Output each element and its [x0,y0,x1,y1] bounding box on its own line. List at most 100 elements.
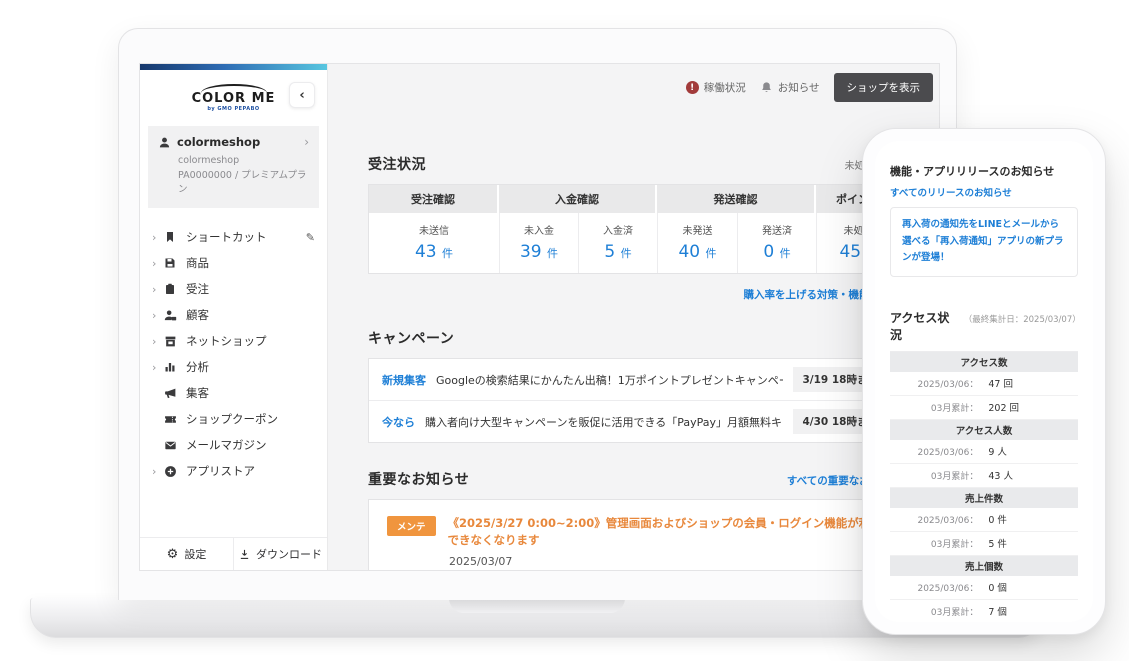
orders-col-header: 受注確認 [369,185,499,213]
user-icon [158,136,171,149]
sidebar-item-analytics[interactable]: › 分析 [140,354,327,380]
phone-screen: 機能・アプリリリースのお知らせ すべてのリリースのお知らせ 再入荷の通知先をLI… [875,141,1093,622]
coupon-ticket-icon [164,413,177,426]
bar-chart-icon [164,361,176,373]
edit-pencil-icon[interactable]: ✎ [306,231,315,244]
orders-col-header: 入金確認 [499,185,657,213]
bell-icon [760,81,773,94]
user-shop-id: colormeshopPA0000000 / プレミアムプラン [178,154,309,198]
phone-releases-title: 機能・アプリリリースのお知らせ [890,163,1078,179]
stat-group-header: 売上件数 [890,488,1078,508]
sidebar-item-label: 受注 [186,281,209,297]
user-chevron-icon: › [304,135,309,149]
status-alert-icon: ! [686,81,699,94]
stat-row: 03月累計：5 件 [890,532,1078,556]
download-icon [239,549,250,560]
collapse-chevron-icon: ‹ [299,88,304,103]
sidebar-item-label: アプリストア [186,463,255,479]
sidebar-item-label: 顧客 [186,307,209,323]
expand-chevron-icon: › [152,361,164,374]
important-notice-text: 《2025/3/27 0:00~2:00》管理画面およびショップの会員・ログイン… [448,515,882,550]
notice-label: お知らせ [778,80,820,95]
sidebar-nav: › ショートカット ✎ › 商品 › 受注 [140,218,327,537]
sidebar-item-shortcut[interactable]: › ショートカット ✎ [140,224,327,250]
important-notices-section: 重要なお知らせ すべての重要なお知らせ メンテ 《2025/3/27 0:00~… [368,469,901,570]
stat-row: 03月累計：202 回 [890,396,1078,420]
laptop-screen: COLOR ME by GMO PEPABO ‹ colormeshop › c… [139,63,940,571]
orders-table-body: 未送信 43 件 未入金 39 件 入金済 5 件 [369,213,900,273]
expand-chevron-icon: › [152,257,164,270]
orders-cell-unpaid: 未入金 39 件 [499,213,578,273]
customer-person-icon [164,309,177,322]
phone-access-header: アクセス状況 （最終集計日：2025/03/07） [890,309,1078,343]
sidebar-item-label: 分析 [186,359,209,375]
stat-row: 03月累計：7 個 [890,600,1078,622]
sidebar-item-netshop[interactable]: › ネットショップ [140,328,327,354]
access-status-title: アクセス状況 [890,309,960,343]
expand-chevron-icon: › [152,283,164,296]
user-name: colormeshop [177,135,298,149]
status-label: 稼働状況 [704,80,746,95]
sidebar-item-products[interactable]: › 商品 [140,250,327,276]
user-card[interactable]: colormeshop › colormeshopPA0000000 / プレミ… [148,126,319,208]
orders-cell-paid: 入金済 5 件 [578,213,657,273]
sidebar-item-label: 商品 [186,255,209,271]
download-label: ダウンロード [256,546,322,562]
sidebar-item-orders[interactable]: › 受注 [140,276,327,302]
access-status-subtitle: （最終集計日：2025/03/07） [964,313,1078,325]
important-title: 重要なお知らせ [368,469,469,489]
topbar: ! 稼働状況 お知らせ ショップを表示 [686,73,933,102]
expand-chevron-icon: › [152,231,164,244]
orders-section: 受注状況 未処理件数 : 受注確認 入金確認 発送確認 ポイント 未送信 [368,154,901,302]
megaphone-icon [164,387,177,400]
sidebar-item-marketing[interactable]: 集客 [140,380,327,406]
bookmark-icon [164,231,176,243]
orders-cell-unsent: 未送信 43 件 [369,213,499,273]
expand-chevron-icon: › [152,465,164,478]
view-shop-button[interactable]: ショップを表示 [834,73,934,102]
stat-row: 03月累計：43 人 [890,464,1078,488]
settings-label: 設定 [184,546,206,562]
download-button[interactable]: ダウンロード [233,538,327,570]
marketing-mockup-stage: COLOR ME by GMO PEPABO ‹ colormeshop › c… [0,0,1129,661]
orders-cell-unshipped: 未発送 40 件 [657,213,737,273]
access-stats-table: アクセス数 2025/03/06：47 回 03月累計：202 回 アクセス人数… [890,351,1078,622]
phone-frame: 機能・アプリリリースのお知らせ すべてのリリースのお知らせ 再入荷の通知先をLI… [862,128,1106,635]
campaign-section: キャンペーン 新規集客 Googleの検索結果にかんたん出稿！1万ポイントプレゼ… [368,328,901,443]
sidebar-item-appstore[interactable]: › アプリストア [140,458,327,484]
main-area: ! 稼働状況 お知らせ ショップを表示 受注状況 未処理件数 : [328,64,939,570]
storefront-icon [164,335,177,348]
laptop-frame: COLOR ME by GMO PEPABO ‹ colormeshop › c… [118,28,957,600]
sidebar: COLOR ME by GMO PEPABO ‹ colormeshop › c… [140,64,328,570]
phone-all-releases-link[interactable]: すべてのリリースのお知らせ [890,185,1078,199]
campaign-item[interactable]: 新規集客 Googleの検索結果にかんたん出稿！1万ポイントプレゼントキャンペー… [369,359,900,400]
settings-button[interactable]: ⚙ 設定 [140,538,233,570]
orders-table: 受注確認 入金確認 発送確認 ポイント 未送信 43 件 未入金 [368,184,901,274]
important-notice-card: メンテ 《2025/3/27 0:00~2:00》管理画面およびショップの会員・… [368,499,901,570]
sidebar-item-customers[interactable]: › 顧客 [140,302,327,328]
campaign-text: Googleの検索結果にかんたん出稿！1万ポイントプレゼントキャンペーン実施中 [436,372,783,388]
logo[interactable]: COLOR ME by GMO PEPABO ‹ [140,70,327,118]
expand-chevron-icon: › [152,335,164,348]
phone-release-card[interactable]: 再入荷の通知先をLINEとメールから選べる「再入荷通知」アプリの新プランが登場！ [890,207,1078,277]
orders-title: 受注状況 [368,154,426,174]
campaign-item[interactable]: 今なら 購入者向け大型キャンペーンを販促に活用できる「PayPay」月額無料キャ… [369,400,900,442]
sidebar-item-coupon[interactable]: ショップクーポン [140,406,327,432]
important-notice-item[interactable]: メンテ 《2025/3/27 0:00~2:00》管理画面およびショップの会員・… [387,515,882,550]
sidebar-item-mail-magazine[interactable]: メールマガジン [140,432,327,458]
campaign-title: キャンペーン [368,328,454,348]
maintenance-badge: メンテ [387,516,436,536]
stat-row: 2025/03/06：47 回 [890,372,1078,396]
campaign-text: 購入者向け大型キャンペーンを販促に活用できる「PayPay」月額無料キャンペーン… [425,414,783,430]
orders-cell-shipped: 発送済 0 件 [737,213,816,273]
user-plan: PA0000000 / プレミアムプラン [178,170,306,196]
sidebar-footer: ⚙ 設定 ダウンロード [140,537,327,570]
status-link[interactable]: ! 稼働状況 [686,80,746,95]
sidebar-item-label: メールマガジン [186,437,267,453]
sidebar-collapse-button[interactable]: ‹ [289,82,315,108]
notice-link[interactable]: お知らせ [760,80,820,95]
stat-group-header: 売上個数 [890,556,1078,576]
product-box-icon [164,257,176,269]
envelope-icon [164,439,177,452]
important-notice-date: 2025/03/07 [449,555,882,568]
